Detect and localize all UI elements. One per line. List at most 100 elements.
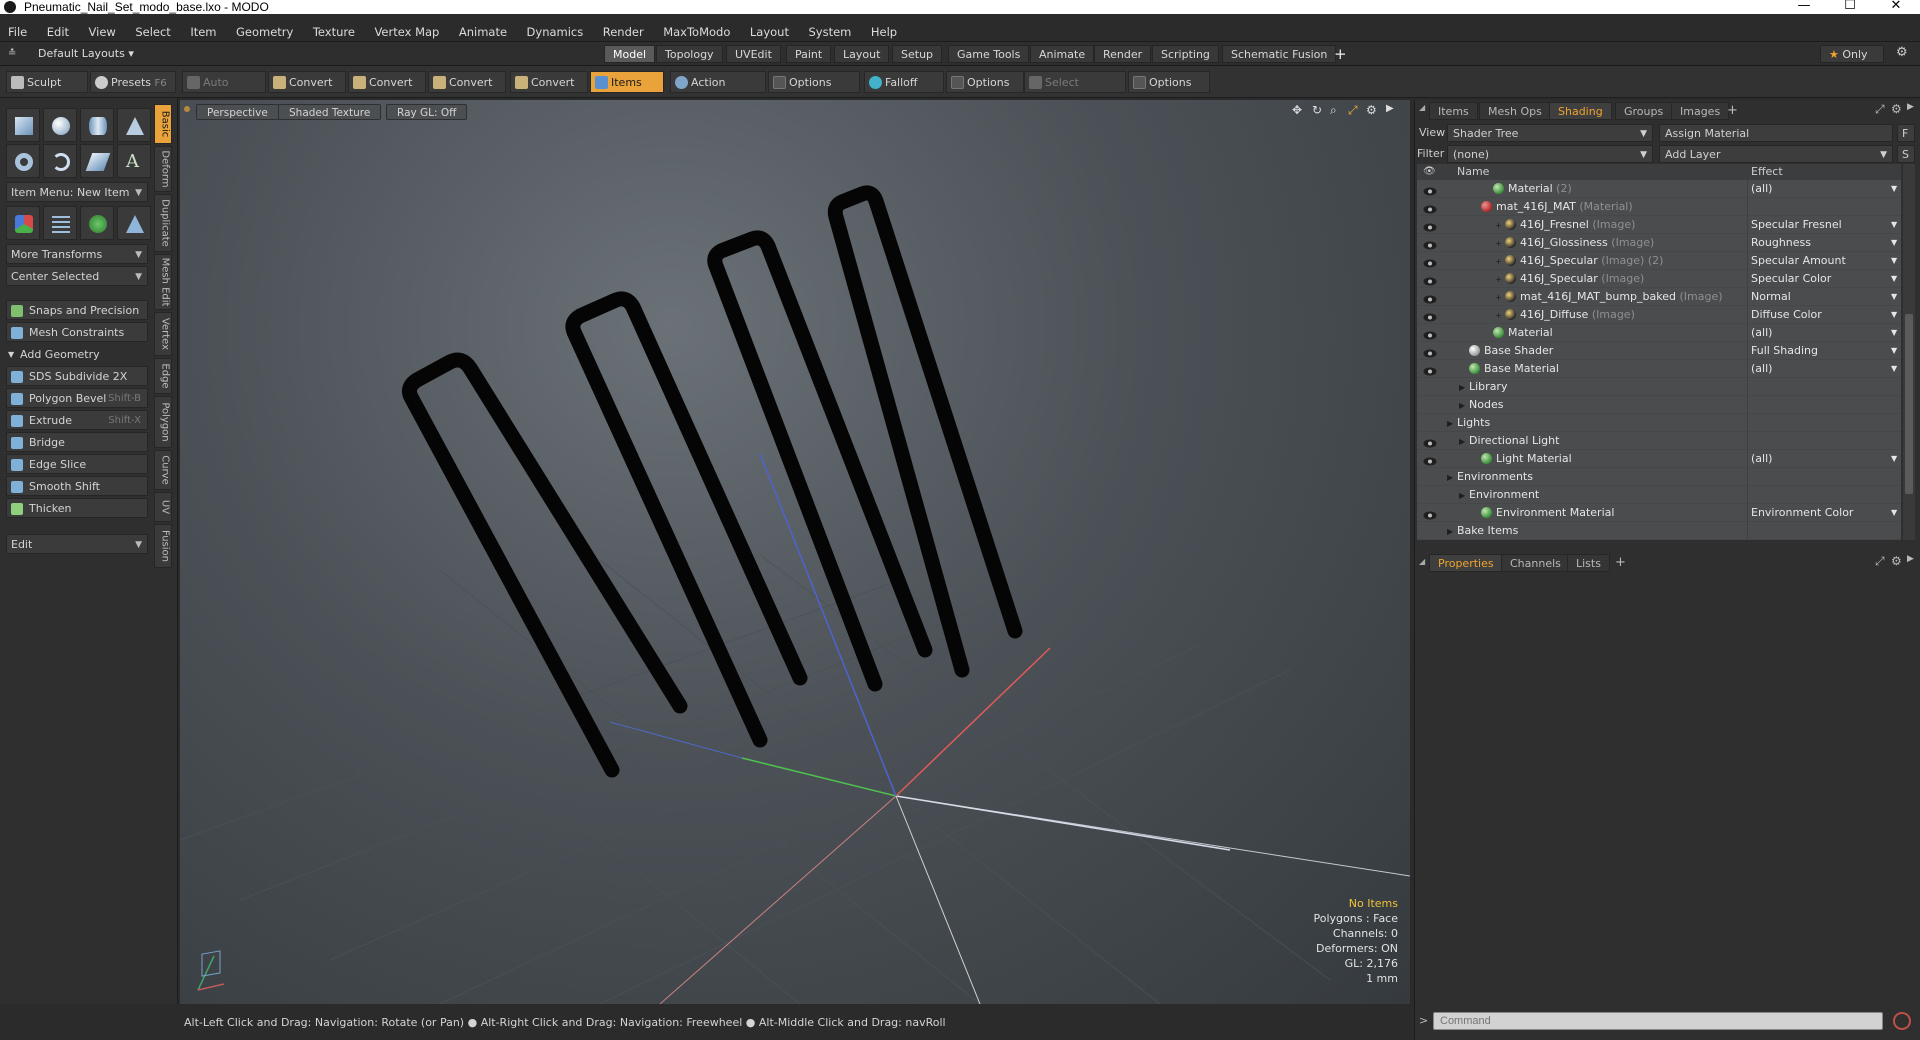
vtab-mesh-edit[interactable]: Mesh Edit — [154, 254, 172, 310]
effect-value[interactable]: Full Shading — [1751, 342, 1818, 360]
effect-value[interactable]: (all) — [1751, 180, 1772, 198]
tab-lists[interactable]: Lists — [1567, 554, 1610, 572]
effect-value[interactable]: Specular Fresnel — [1751, 216, 1842, 234]
shader-tree-row[interactable]: +416J_Fresnel (Image) Specular Fresnel ▼ — [1417, 216, 1901, 234]
shader-tree-row[interactable]: ▶ Nodes — [1417, 396, 1901, 414]
expand-icon[interactable]: ⤢ — [1875, 102, 1885, 117]
shader-tree-row[interactable]: Environment Material Environment Color ▼ — [1417, 504, 1901, 522]
tab-model[interactable]: Model — [604, 45, 656, 63]
visibility-eye-icon[interactable] — [1423, 274, 1437, 286]
effect-dropdown-icon[interactable]: ▼ — [1891, 270, 1897, 288]
convert-vertex-button[interactable]: Convert — [268, 71, 346, 93]
visibility-eye-icon[interactable] — [1423, 292, 1437, 304]
gear-icon[interactable]: ⚙ — [1896, 45, 1908, 60]
tab-animate[interactable]: Animate — [1030, 45, 1095, 63]
expand-toggle-icon[interactable]: + — [1495, 253, 1505, 271]
polygon-bevel-button[interactable]: Polygon Bevel Shift-B — [6, 388, 148, 408]
select-through-options-button[interactable]: Options — [1128, 71, 1210, 93]
vtab-duplicate[interactable]: Duplicate — [154, 194, 172, 252]
tab-properties[interactable]: Properties — [1429, 554, 1503, 572]
grid-button[interactable] — [43, 206, 77, 240]
add-geometry-section[interactable]: ▼ Add Geometry — [6, 346, 148, 364]
expand-toggle-icon[interactable]: + — [1495, 235, 1505, 253]
effect-value[interactable]: Specular Color — [1751, 270, 1831, 288]
action-center-button[interactable]: Action Center — [670, 71, 766, 111]
effect-dropdown-icon[interactable]: ▼ — [1891, 360, 1897, 378]
transform-button[interactable] — [6, 206, 40, 240]
record-icon[interactable] — [1893, 1012, 1911, 1030]
rotate-button[interactable] — [80, 206, 114, 240]
edge-slice-button[interactable]: Edge Slice — [6, 454, 148, 474]
snaps-precision-button[interactable]: Snaps and Precision — [6, 300, 148, 320]
shader-tree-row[interactable]: +416J_Specular (Image) Specular Color ▼ — [1417, 270, 1901, 288]
assign-material-button[interactable]: Assign Material — [1659, 124, 1893, 142]
tab-mesh-ops[interactable]: Mesh Ops — [1479, 102, 1551, 120]
tube-primitive-button[interactable] — [43, 144, 77, 178]
3d-viewport[interactable]: Perspective Shaded Texture Ray GL: Off ✥… — [180, 100, 1410, 1004]
tab-images[interactable]: Images — [1671, 102, 1730, 120]
effect-value[interactable]: (all) — [1751, 324, 1772, 342]
auto-select-button[interactable]: Auto Select — [182, 71, 266, 111]
f-button[interactable]: F — [1897, 124, 1915, 142]
menu-render[interactable]: Render — [595, 22, 652, 42]
tab-scripting[interactable]: Scripting — [1152, 45, 1219, 63]
add-layout-tab-button[interactable]: + — [1334, 45, 1347, 63]
expand-toggle-icon[interactable]: + — [1495, 271, 1505, 289]
sds-subdivide-button[interactable]: SDS Subdivide 2X — [6, 366, 148, 386]
effect-dropdown-icon[interactable]: ▼ — [1891, 216, 1897, 234]
shader-tree-row[interactable]: ▶ Library — [1417, 378, 1901, 396]
tab-render[interactable]: Render — [1094, 45, 1152, 63]
tab-setup[interactable]: Setup — [892, 45, 943, 63]
select-through-button[interactable]: Select Through — [1024, 71, 1126, 111]
thicken-button[interactable]: Thicken — [6, 498, 148, 518]
shader-tree-row[interactable]: Base Material (all) ▼ — [1417, 360, 1901, 378]
effect-dropdown-icon[interactable]: ▼ — [1891, 234, 1897, 252]
shader-tree-row[interactable]: ▶ Environment — [1417, 486, 1901, 504]
panel-menu-icon[interactable]: ▶ — [1907, 554, 1914, 564]
convert-items-button[interactable]: Convert — [510, 71, 588, 93]
panel-collapse-icon[interactable]: ◢ — [1419, 557, 1425, 566]
expand-toggle-icon[interactable]: ▶ — [1459, 433, 1469, 451]
shader-tree-row[interactable]: ▶ Bake Items — [1417, 522, 1901, 540]
more-transforms-dropdown[interactable]: More Transforms ▼ — [6, 244, 148, 264]
item-menu-dropdown[interactable]: Item Menu: New Item ▼ — [6, 182, 148, 202]
effect-dropdown-icon[interactable]: ▼ — [1891, 342, 1897, 360]
menu-geometry[interactable]: Geometry — [228, 22, 301, 42]
visibility-eye-icon[interactable] — [1423, 256, 1437, 268]
menu-vertex-map[interactable]: Vertex Map — [366, 22, 447, 42]
vtab-fusion[interactable]: Fusion — [154, 524, 172, 568]
shader-tree-row[interactable]: ▶ Environments — [1417, 468, 1901, 486]
layout-collapse-icon[interactable]: ≛ — [8, 48, 16, 59]
shader-tree-row[interactable]: +416J_Specular (Image) (2) Specular Amoun… — [1417, 252, 1901, 270]
add-layer-dropdown[interactable]: Add Layer ▼ — [1659, 145, 1893, 163]
menu-select[interactable]: Select — [127, 22, 178, 42]
effect-dropdown-icon[interactable]: ▼ — [1891, 504, 1897, 522]
effect-value[interactable]: Environment Color — [1751, 504, 1853, 522]
view-dropdown[interactable]: Shader Tree ▼ — [1447, 124, 1653, 142]
tab-layout[interactable]: Layout — [834, 45, 890, 63]
torus-primitive-button[interactable] — [6, 144, 40, 178]
only-toggle[interactable]: ★ Only — [1820, 45, 1884, 63]
text-tool-button[interactable]: A — [117, 144, 151, 178]
expand-toggle-icon[interactable]: ▶ — [1447, 415, 1457, 433]
menu-edit[interactable]: Edit — [39, 22, 77, 42]
center-selected-dropdown[interactable]: Center Selected ▼ — [6, 266, 148, 286]
cube-primitive-button[interactable] — [6, 108, 40, 142]
edit-dropdown[interactable]: Edit ▼ — [6, 534, 148, 554]
shader-tree-row[interactable]: Material (all) ▼ — [1417, 324, 1901, 342]
effect-dropdown-icon[interactable]: ▼ — [1891, 306, 1897, 324]
tab-paint[interactable]: Paint — [786, 45, 832, 63]
menu-file[interactable]: File — [0, 22, 35, 42]
shader-tree-row[interactable]: mat_416J_MAT (Material) — [1417, 198, 1901, 216]
expand-toggle-icon[interactable]: ▶ — [1459, 397, 1469, 415]
shader-tree-scrollbar[interactable] — [1903, 164, 1915, 540]
maximize-button[interactable]: ☐ — [1830, 0, 1870, 14]
visibility-eye-icon[interactable] — [1423, 184, 1437, 196]
scrollbar-thumb[interactable] — [1905, 314, 1913, 494]
menu-item[interactable]: Item — [182, 22, 224, 42]
pen-tool-button[interactable] — [80, 144, 114, 178]
items-mode-button[interactable]: Items — [590, 71, 664, 93]
shader-tree-row[interactable]: ▶ Lights — [1417, 414, 1901, 432]
falloff-options-button[interactable]: Options — [946, 71, 1024, 93]
menu-texture[interactable]: Texture — [305, 22, 363, 42]
